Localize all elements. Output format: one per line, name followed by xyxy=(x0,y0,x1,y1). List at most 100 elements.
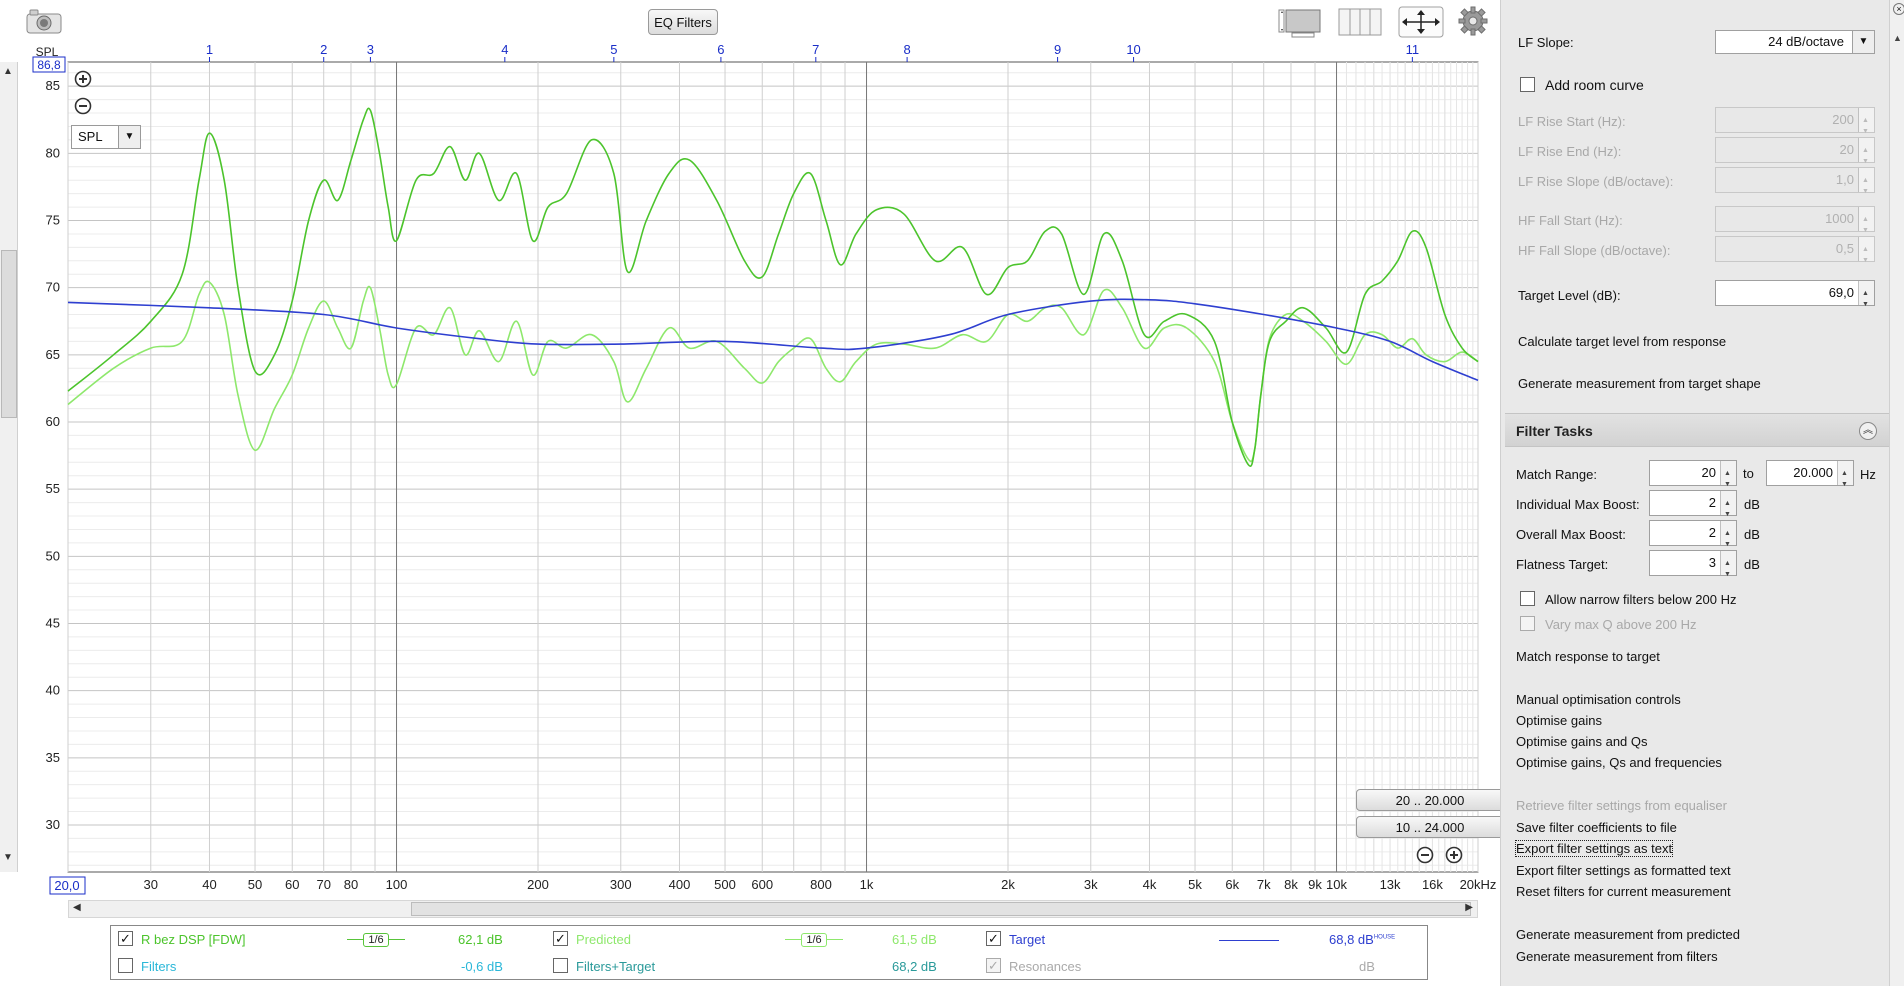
legend-filters-target-level: 68,2 dB xyxy=(892,959,937,974)
collapse-icon[interactable]: ︽ xyxy=(1859,422,1877,440)
legend-r-name: R bez DSP [FDW] xyxy=(141,932,246,947)
x-tick-label: 300 xyxy=(610,877,632,892)
optimise-gains-link[interactable]: Optimise gains xyxy=(1516,713,1602,728)
lf-rise-start-label: LF Rise Start (Hz): xyxy=(1518,114,1626,129)
filters-target-checkbox[interactable] xyxy=(553,958,568,973)
x-zoom-out-icon[interactable] xyxy=(1416,846,1434,864)
optimise-all-link[interactable]: Optimise gains, Qs and frequencies xyxy=(1516,755,1722,770)
y-tick-label: 50 xyxy=(46,548,60,563)
filter-marker-label: 6 xyxy=(717,42,724,57)
x-zoom-in-icon[interactable] xyxy=(1445,846,1463,864)
zoom-in-icon[interactable] xyxy=(74,70,92,88)
legend-filters-name: Filters xyxy=(141,959,177,974)
horizontal-scrollbar[interactable]: ◀ ▶ xyxy=(68,900,1478,918)
calc-target-link[interactable]: Calculate target level from response xyxy=(1518,334,1726,349)
filters-checkbox[interactable] xyxy=(118,958,133,973)
overall-max-boost-label: Overall Max Boost: xyxy=(1516,527,1626,542)
lf-rise-slope-input[interactable]: 1,0 ▲ ▼ xyxy=(1715,167,1875,195)
db-unit-3: dB xyxy=(1744,557,1760,572)
r-measurement-checkbox[interactable]: ✓ xyxy=(118,931,133,946)
match-range-to-input[interactable]: 20.000 ▲ ▼ xyxy=(1766,460,1854,488)
panel-scrollbar[interactable]: × ▲ xyxy=(1889,0,1904,986)
legend-target-level: 68,8 dBHOUSE xyxy=(1329,932,1396,947)
export-text-link[interactable]: Export filter settings as text xyxy=(1514,840,1674,857)
y-tick-label: 85 xyxy=(46,78,60,93)
filter-tasks-header[interactable]: Filter Tasks ︽ xyxy=(1505,413,1889,447)
x-tick-label: 50 xyxy=(248,877,262,892)
legend-resonances-level: dB xyxy=(1359,959,1375,974)
match-range-label: Match Range: xyxy=(1516,467,1597,482)
manual-controls-link[interactable]: Manual optimisation controls xyxy=(1516,692,1681,707)
scroll-up-icon[interactable]: ▲ xyxy=(1893,33,1902,43)
y-tick-label: 35 xyxy=(46,750,60,765)
zoom-out-icon[interactable] xyxy=(74,97,92,115)
flatness-target-input[interactable]: 3 ▲ ▼ xyxy=(1649,550,1737,578)
gen-filters-link[interactable]: Generate measurement from filters xyxy=(1516,949,1718,964)
match-range-from-input[interactable]: 20 ▲ ▼ xyxy=(1649,460,1737,488)
x-tick-label: 30 xyxy=(144,877,158,892)
lf-rise-start-input[interactable]: 200 ▲ ▼ xyxy=(1715,107,1875,135)
chevron-down-icon: ▼ xyxy=(1852,31,1874,53)
export-formatted-link[interactable]: Export filter settings as formatted text xyxy=(1516,863,1731,878)
x-tick-label: 6k xyxy=(1225,877,1239,892)
legend-filters-level: -0,6 dB xyxy=(461,959,503,974)
y-tick-label: 65 xyxy=(46,347,60,362)
horizontal-scroll-thumb[interactable] xyxy=(411,902,1471,916)
spl-dropdown[interactable]: SPL ▼ xyxy=(71,125,141,149)
hz-unit-label: Hz xyxy=(1860,467,1876,482)
x-tick-label: 9k xyxy=(1308,877,1322,892)
r-smoothing-control[interactable]: 1/6 xyxy=(347,931,405,949)
scroll-left-icon[interactable]: ◀ xyxy=(73,902,81,913)
gen-from-target-link[interactable]: Generate measurement from target shape xyxy=(1518,376,1761,391)
range-10-24000-button[interactable]: 10 .. 24.000 xyxy=(1356,816,1504,838)
range-20-20000-button[interactable]: 20 .. 20.000 xyxy=(1356,789,1504,811)
x-start-value: 20,0 xyxy=(54,878,79,893)
scroll-right-icon[interactable]: ▶ xyxy=(1465,902,1473,913)
ind-max-boost-label: Individual Max Boost: xyxy=(1516,497,1640,512)
y-top-value: 86,8 xyxy=(37,58,61,72)
x-tick-label: 13k xyxy=(1380,877,1401,892)
hf-fall-start-input[interactable]: 1000 ▲ ▼ xyxy=(1715,206,1875,234)
filter-marker-label: 4 xyxy=(501,42,508,57)
y-tick-label: 70 xyxy=(46,280,60,295)
resonances-checkbox[interactable]: ✓ xyxy=(986,958,1001,973)
y-tick-label: 75 xyxy=(46,213,60,228)
hf-fall-slope-input[interactable]: 0,5 ▲ ▼ xyxy=(1715,236,1875,264)
vary-max-q-label: Vary max Q above 200 Hz xyxy=(1545,617,1697,632)
predicted-smoothing-control[interactable]: 1/6 xyxy=(785,931,843,949)
legend-predicted-name: Predicted xyxy=(576,932,631,947)
filter-marker-label: 2 xyxy=(320,42,327,57)
target-level-input[interactable]: 69,0 ▲ ▼ xyxy=(1715,280,1875,308)
x-tick-label: 80 xyxy=(344,877,358,892)
add-room-curve-checkbox[interactable] xyxy=(1520,77,1535,92)
legend-predicted-level: 61,5 dB xyxy=(892,932,937,947)
close-icon[interactable]: × xyxy=(1893,3,1904,15)
lf-rise-end-input[interactable]: 20 ▲ ▼ xyxy=(1715,137,1875,165)
target-checkbox[interactable]: ✓ xyxy=(986,931,1001,946)
reset-filters-link[interactable]: Reset filters for current measurement xyxy=(1516,884,1731,899)
x-tick-label: 7k xyxy=(1257,877,1271,892)
db-unit-1: dB xyxy=(1744,497,1760,512)
save-coefficients-link[interactable]: Save filter coefficients to file xyxy=(1516,820,1677,835)
ind-max-boost-input[interactable]: 2 ▲ ▼ xyxy=(1649,490,1737,518)
gen-predicted-link[interactable]: Generate measurement from predicted xyxy=(1516,927,1740,942)
filter-marker-label: 10 xyxy=(1126,42,1140,57)
hf-fall-start-label: HF Fall Start (Hz): xyxy=(1518,213,1623,228)
lf-slope-label: LF Slope: xyxy=(1518,35,1574,50)
graph-area: EQ Filters ▲ ▼ 85 80 75 70 65 60 55 50 4… xyxy=(0,0,1504,986)
predicted-checkbox[interactable]: ✓ xyxy=(553,931,568,946)
lf-rise-slope-label: LF Rise Slope (dB/octave): xyxy=(1518,174,1674,189)
retrieve-settings-link[interactable]: Retrieve filter settings from equaliser xyxy=(1516,798,1727,813)
allow-narrow-checkbox[interactable] xyxy=(1520,591,1535,606)
lf-slope-select[interactable]: 24 dB/octave ▼ xyxy=(1715,30,1875,54)
optimise-gains-qs-link[interactable]: Optimise gains and Qs xyxy=(1516,734,1648,749)
x-tick-label: 600 xyxy=(751,877,773,892)
overall-max-boost-input[interactable]: 2 ▲ ▼ xyxy=(1649,520,1737,548)
vary-max-q-checkbox[interactable] xyxy=(1520,616,1535,631)
lf-rise-end-label: LF Rise End (Hz): xyxy=(1518,144,1622,159)
plot-frame xyxy=(67,61,1479,873)
match-response-link[interactable]: Match response to target xyxy=(1516,649,1660,664)
chevron-down-icon: ▼ xyxy=(118,126,140,148)
y-tick-label: 55 xyxy=(46,481,60,496)
frequency-response-chart[interactable]: 85807570656055504540353030 40 50 60 70 80 100 2… xyxy=(0,0,1500,900)
